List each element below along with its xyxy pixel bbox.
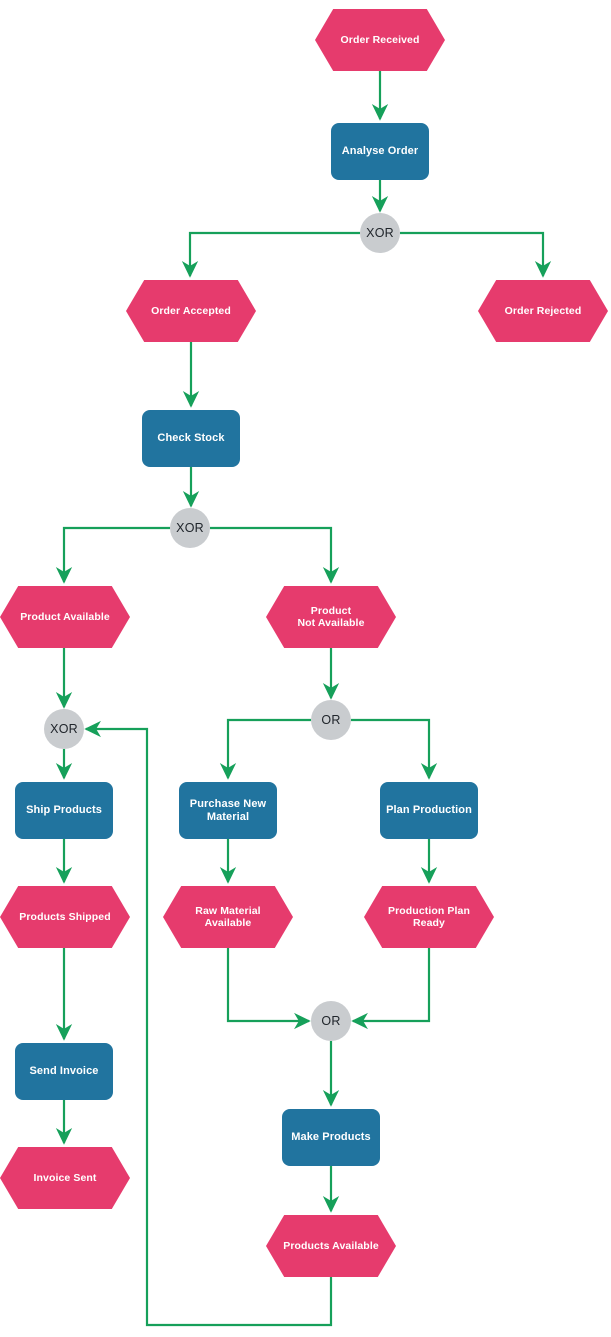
event-label: Order Rejected — [504, 304, 582, 317]
event-label: Invoice Sent — [33, 1171, 97, 1184]
gateway-xor-gw_xor_1[interactable]: XOR — [360, 213, 400, 253]
event-label: Product Not Available — [297, 604, 365, 629]
event-node-ev_order_received[interactable]: Order Received — [315, 9, 445, 71]
gateway-label: XOR — [366, 226, 394, 240]
gateway-label: OR — [321, 713, 341, 727]
connector-ev_raw_material-to-gw_or_2 — [226, 948, 311, 1030]
connector-gw_or_1-to-fn_purchase_mat — [219, 718, 311, 780]
function-label: Ship Products — [26, 804, 102, 817]
event-label: Production Plan Ready — [387, 904, 470, 929]
event-label: Raw Material Available — [195, 904, 261, 929]
function-label: Purchase New Material — [189, 797, 267, 823]
gateway-or-gw_or_2[interactable]: OR — [311, 1001, 351, 1041]
connector-ev_prod_plan_ready-to-gw_or_2 — [351, 948, 431, 1030]
function-node-fn_plan_production[interactable]: Plan Production — [380, 782, 478, 839]
gateway-label: OR — [321, 1014, 341, 1028]
function-node-fn_ship_products[interactable]: Ship Products — [15, 782, 113, 839]
connector-gw_xor_1-to-ev_order_accepted — [181, 231, 360, 278]
connector-gw_xor_2-to-ev_product_not — [210, 526, 340, 584]
function-node-fn_check_stock[interactable]: Check Stock — [142, 410, 240, 467]
event-node-ev_raw_material[interactable]: Raw Material Available — [163, 886, 293, 948]
event-node-ev_product_not[interactable]: Product Not Available — [266, 586, 396, 648]
function-label: Make Products — [291, 1131, 371, 1144]
function-node-fn_send_invoice[interactable]: Send Invoice — [15, 1043, 113, 1100]
gateway-or-gw_or_1[interactable]: OR — [311, 700, 351, 740]
event-label: Order Received — [340, 33, 420, 46]
function-node-fn_analyse_order[interactable]: Analyse Order — [331, 123, 429, 180]
event-node-ev_prod_plan_ready[interactable]: Production Plan Ready — [364, 886, 494, 948]
function-node-fn_purchase_mat[interactable]: Purchase New Material — [179, 782, 277, 839]
event-node-ev_order_rejected[interactable]: Order Rejected — [478, 280, 608, 342]
connector-gw_or_1-to-fn_plan_production — [351, 718, 438, 780]
function-label: Analyse Order — [341, 145, 419, 158]
gateway-label: XOR — [50, 722, 78, 736]
gateway-xor-gw_xor_2[interactable]: XOR — [170, 508, 210, 548]
event-label: Order Accepted — [151, 304, 231, 317]
event-node-ev_invoice_sent[interactable]: Invoice Sent — [0, 1147, 130, 1209]
gateway-xor-gw_xor_3[interactable]: XOR — [44, 709, 84, 749]
event-label: Product Available — [20, 610, 110, 623]
event-node-ev_products_avail2[interactable]: Products Available — [266, 1215, 396, 1277]
function-node-fn_make_products[interactable]: Make Products — [282, 1109, 380, 1166]
connector-gw_xor_1-to-ev_order_rejected — [400, 231, 552, 278]
function-label: Check Stock — [157, 432, 225, 445]
event-node-ev_products_shipped[interactable]: Products Shipped — [0, 886, 130, 948]
event-node-ev_order_accepted[interactable]: Order Accepted — [126, 280, 256, 342]
event-node-ev_product_avail[interactable]: Product Available — [0, 586, 130, 648]
gateway-label: XOR — [176, 521, 204, 535]
connector-gw_xor_2-to-ev_product_avail — [55, 526, 170, 584]
event-label: Products Available — [283, 1239, 379, 1252]
function-label: Plan Production — [386, 804, 472, 817]
function-label: Send Invoice — [29, 1065, 99, 1078]
event-label: Products Shipped — [19, 910, 111, 923]
epc-diagram-canvas: Order Received Analyse Order XOR Order Acce… — [0, 0, 611, 1337]
